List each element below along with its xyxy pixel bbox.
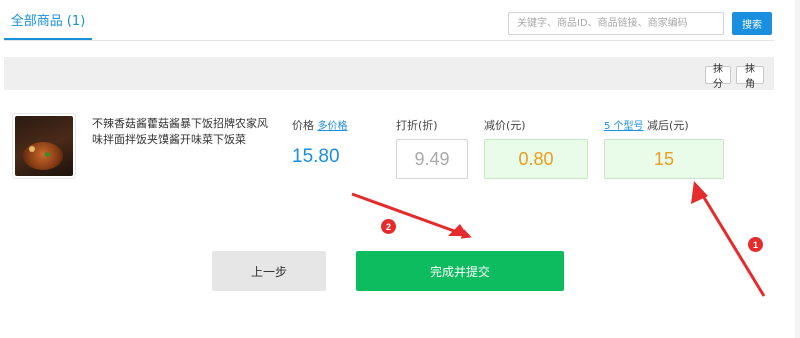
arrow-2-icon	[351, 192, 472, 239]
annotation-badge-1: 1	[748, 237, 763, 252]
annotation-badge-2: 2	[381, 219, 396, 234]
scrollbar[interactable]	[795, 0, 800, 338]
annotation-arrows	[351, 181, 766, 297]
page: 全部商品 (1) 搜索 抹分 抹角 不辣香菇酱藿菇酱暴下饭招牌农家风味拌面拌饭夹…	[0, 0, 800, 338]
